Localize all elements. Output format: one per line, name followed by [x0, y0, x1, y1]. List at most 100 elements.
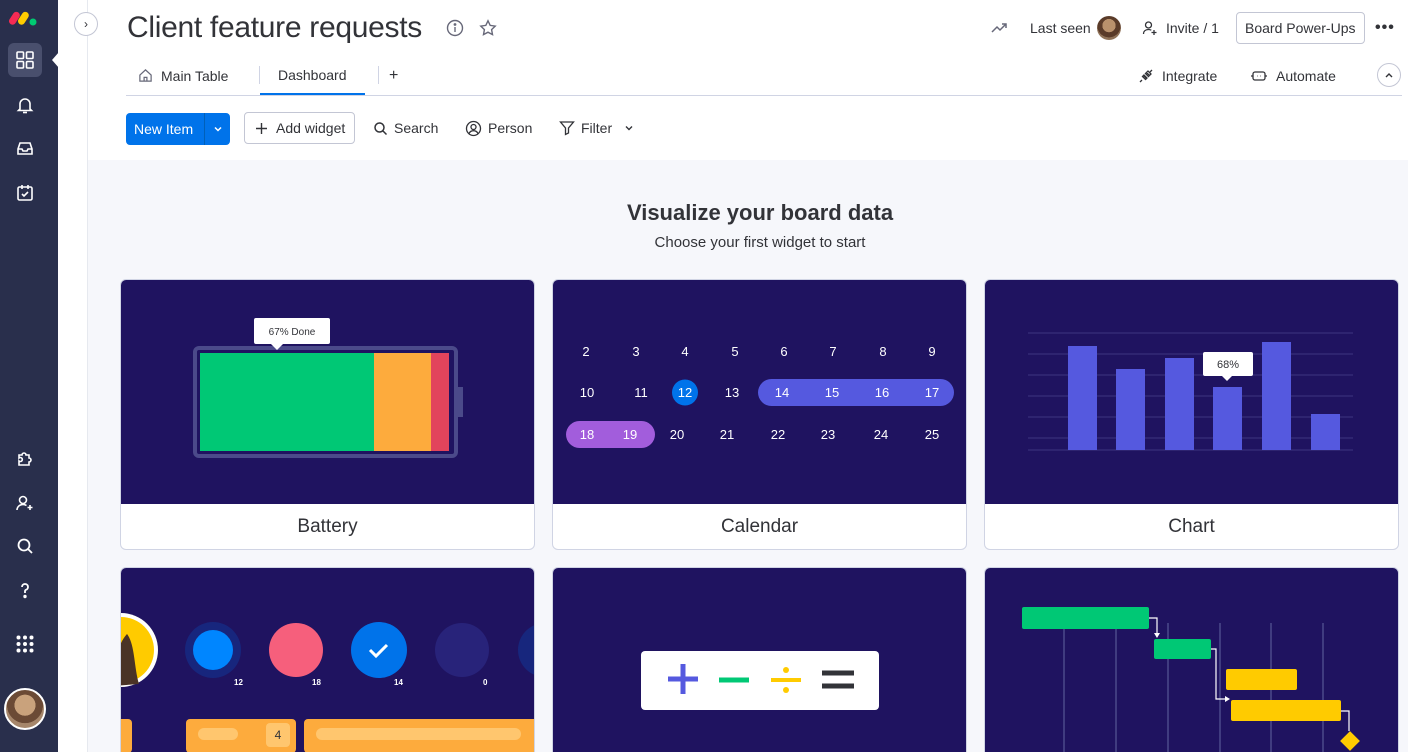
calendar-day: 7 — [829, 344, 836, 359]
calendar-day: 19 — [623, 427, 637, 442]
filter-chevron-down-icon[interactable] — [624, 123, 634, 133]
new-item-dropdown-chevron-icon[interactable] — [204, 113, 230, 145]
calendar-day: 17 — [925, 385, 939, 400]
calendar-day: 13 — [725, 385, 739, 400]
widget-label: Calendar — [720, 516, 799, 537]
invite-members-icon[interactable] — [8, 486, 42, 520]
widget-card-battery[interactable]: 67% Done Battery — [120, 279, 535, 550]
count-label: 14 — [394, 678, 403, 687]
tab-dashboard-label: Dashboard — [278, 66, 347, 83]
app-grid-icon[interactable] — [8, 627, 42, 661]
board-title[interactable]: Client feature requests — [127, 11, 422, 45]
activity-icon[interactable] — [990, 12, 1008, 44]
tab-dashboard[interactable]: Dashboard — [260, 56, 365, 95]
person-label: Person — [488, 120, 533, 136]
calendar-day: 24 — [874, 427, 888, 442]
widget-card-gantt[interactable] — [984, 567, 1399, 752]
view-tabs: Main Table Dashboard + Integrate Automat… — [126, 56, 1402, 96]
person-filter-button[interactable]: Person — [465, 112, 532, 144]
calendar-day: 9 — [928, 344, 935, 359]
widget-card-calendar[interactable]: 23456789 10 11 12 13 14 15 16 17 18 19 20 21 22 23 24… — [552, 279, 967, 550]
widget-label: Battery — [297, 516, 358, 537]
calendar-day: 6 — [780, 344, 787, 359]
user-avatar[interactable] — [4, 688, 46, 730]
empty-state-heading: Visualize your board data — [626, 200, 894, 225]
tab-divider — [378, 66, 379, 84]
dashboard-empty-state: Visualize your board data Choose your fi… — [88, 160, 1408, 752]
search-icon — [374, 121, 388, 135]
tab-main-table-label: Main Table — [161, 67, 229, 84]
battery-tooltip: 67% Done — [269, 327, 316, 338]
calendar-day: 11 — [634, 385, 648, 400]
notifications-bell-icon[interactable] — [8, 88, 42, 122]
calendar-day: 20 — [670, 427, 684, 442]
count-label: 12 — [234, 678, 243, 687]
numbers-illustration — [553, 568, 966, 752]
add-widget-label: Add widget — [276, 120, 346, 136]
battery-illustration: 67% Done — [121, 280, 534, 504]
more-options-icon[interactable]: ••• — [1375, 12, 1395, 44]
favorite-star-icon[interactable] — [479, 19, 497, 37]
integrate-plug-icon — [1139, 69, 1153, 82]
calendar-day: 23 — [821, 427, 835, 442]
widget-card-overview[interactable]: 12 18 14 0 4 — [120, 567, 535, 752]
count-label: 18 — [312, 678, 321, 687]
plus-icon — [256, 122, 267, 134]
invite-label: Invite / 1 — [1166, 20, 1219, 36]
last-seen-label: Last seen — [1030, 20, 1091, 36]
add-view-button[interactable]: + — [389, 56, 398, 95]
last-seen[interactable]: Last seen — [1030, 12, 1121, 44]
calendar-day: 21 — [720, 427, 734, 442]
workspace-apps-icon[interactable] — [8, 43, 42, 77]
board-header: Client feature requests Last seen Invite… — [88, 0, 1408, 160]
add-widget-button[interactable]: Add widget — [244, 112, 355, 144]
chart-illustration: 68% — [985, 280, 1398, 504]
widget-label: Chart — [1168, 516, 1215, 537]
expand-sidebar-chevron-icon[interactable]: › — [74, 12, 98, 36]
board-power-ups-button[interactable]: Board Power-Ups — [1236, 12, 1365, 44]
bar-value: 4 — [275, 728, 282, 742]
automate-robot-icon — [1251, 70, 1267, 81]
person-icon — [465, 120, 482, 136]
search-button[interactable]: Search — [373, 112, 438, 144]
calendar-day: 18 — [580, 427, 594, 442]
invite-button[interactable]: Invite / 1 — [1142, 12, 1219, 44]
new-item-button[interactable]: New Item — [126, 113, 230, 145]
new-item-label: New Item — [134, 121, 194, 137]
info-icon[interactable] — [446, 19, 464, 37]
filter-funnel-icon — [559, 121, 575, 136]
calendar-day: 22 — [771, 427, 785, 442]
automate-button[interactable]: Automate — [1250, 56, 1336, 95]
count-label: 0 — [483, 678, 488, 687]
workspace-collapsed-strip — [58, 0, 88, 752]
help-icon[interactable] — [8, 573, 42, 607]
widget-card-numbers[interactable] — [552, 567, 967, 752]
filter-button[interactable]: Filter — [559, 112, 634, 144]
widget-card-chart[interactable]: 68% Chart — [984, 279, 1399, 550]
my-work-calendar-icon[interactable] — [8, 176, 42, 210]
collapse-header-chevron-icon[interactable] — [1377, 63, 1401, 87]
integrate-button[interactable]: Integrate — [1138, 56, 1217, 95]
search-label: Search — [394, 120, 439, 136]
calendar-day: 3 — [632, 344, 639, 359]
left-rail — [0, 0, 59, 752]
tab-main-table[interactable]: Main Table — [138, 56, 228, 95]
calendar-day: 8 — [879, 344, 886, 359]
calendar-day: 2 — [582, 344, 589, 359]
inbox-icon[interactable] — [8, 131, 42, 165]
automate-label: Automate — [1276, 67, 1336, 84]
calendar-day: 14 — [775, 385, 789, 400]
calendar-day: 10 — [580, 385, 594, 400]
monday-logo[interactable] — [9, 6, 41, 28]
calendar-day: 12 — [678, 385, 692, 400]
calendar-day: 16 — [875, 385, 889, 400]
search-icon[interactable] — [8, 529, 42, 563]
apps-puzzle-icon[interactable] — [8, 441, 42, 475]
invite-person-icon — [1142, 21, 1157, 35]
home-icon — [139, 69, 152, 82]
calendar-day: 15 — [825, 385, 839, 400]
chart-tooltip: 68% — [1217, 359, 1239, 371]
filter-label: Filter — [581, 120, 613, 136]
calendar-day: 5 — [731, 344, 738, 359]
calendar-day: 4 — [681, 344, 688, 359]
